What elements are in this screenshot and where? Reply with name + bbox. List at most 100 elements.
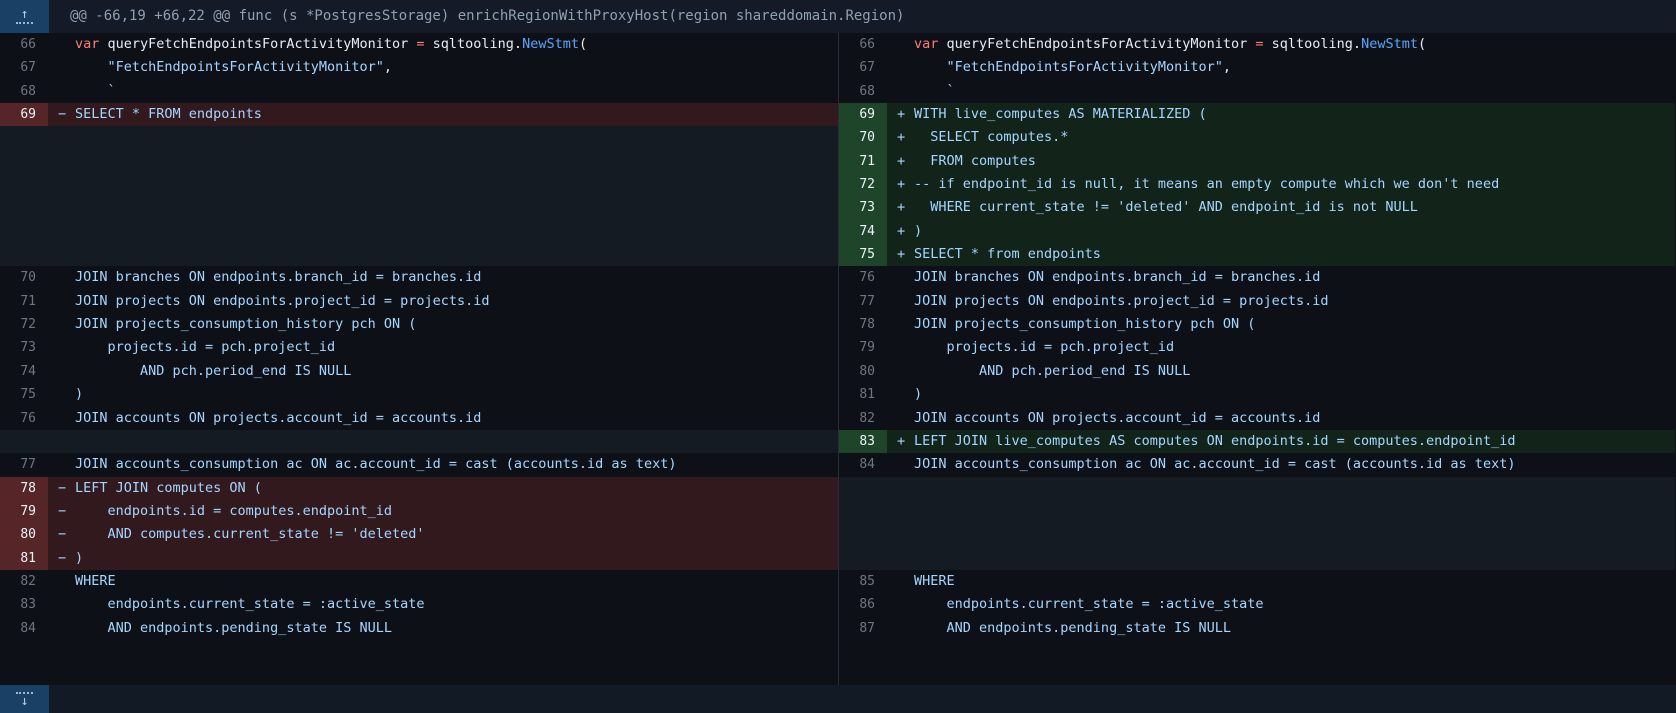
no-marker (887, 500, 914, 523)
diff-row: 80 AND pch.period_end IS NULL (839, 360, 1675, 383)
line-number[interactable]: 74 (839, 220, 887, 243)
code-segment: ` (75, 83, 116, 99)
line-number[interactable]: 67 (0, 56, 48, 79)
line-number[interactable]: 84 (839, 453, 887, 476)
line-number[interactable]: 68 (0, 80, 48, 103)
code-line (48, 430, 75, 453)
code-line: ` (887, 80, 955, 103)
line-number[interactable]: 66 (839, 33, 887, 56)
diff-viewer: ↑ @@ -66,19 +66,22 @@ func (s *PostgresS… (0, 0, 1676, 713)
line-number[interactable]: 76 (839, 266, 887, 289)
code-segment: projects.id = pch.project_id (914, 339, 1174, 355)
line-number[interactable]: 68 (839, 80, 887, 103)
diff-row: 86 endpoints.current_state = :active_sta… (839, 593, 1675, 616)
hunk-header-bar: ↑ @@ -66,19 +66,22 @@ func (s *PostgresS… (0, 0, 1676, 33)
no-marker (48, 266, 75, 289)
line-number[interactable]: 70 (839, 126, 887, 149)
code-line: WHERE (887, 570, 955, 593)
right-panel-rows: 66 var queryFetchEndpointsForActivityMon… (839, 33, 1675, 640)
code-segment: var (75, 36, 99, 52)
no-marker (887, 80, 914, 103)
right-panel: 66 var queryFetchEndpointsForActivityMon… (838, 33, 1675, 685)
expand-up-button[interactable]: ↑ (0, 0, 49, 33)
code-segment: sqltooling. (1264, 36, 1362, 52)
code-segment: JOIN projects_consumption_history pch ON… (914, 316, 1255, 332)
line-number[interactable]: 76 (0, 407, 48, 430)
code-line: + SELECT computes.* (887, 126, 1068, 149)
line-number[interactable]: 77 (0, 453, 48, 476)
line-number[interactable]: 83 (0, 593, 48, 616)
code-line: endpoints.current_state = :active_state (887, 593, 1264, 616)
diff-row: 72+-- if endpoint_id is null, it means a… (839, 173, 1675, 196)
addition-marker: + (887, 196, 914, 219)
line-number[interactable]: 71 (839, 150, 887, 173)
no-marker (887, 570, 914, 593)
line-number[interactable]: 87 (839, 617, 887, 640)
no-marker (48, 383, 75, 406)
no-marker (48, 593, 75, 616)
line-number[interactable]: 77 (839, 290, 887, 313)
expand-down-button[interactable]: ↓ (0, 685, 49, 713)
diff-row: 75 ) (0, 383, 838, 406)
line-number[interactable]: 82 (839, 407, 887, 430)
line-number[interactable]: 84 (0, 617, 48, 640)
footer-bar: ↓ (0, 685, 1676, 713)
line-number[interactable]: 72 (839, 173, 887, 196)
no-marker (887, 617, 914, 640)
deletion-marker: − (48, 547, 75, 570)
line-number[interactable]: 78 (839, 313, 887, 336)
line-number[interactable]: 73 (839, 196, 887, 219)
line-number[interactable]: 73 (0, 336, 48, 359)
line-number[interactable]: 71 (0, 290, 48, 313)
diff-row: 82 WHERE (0, 570, 838, 593)
addition-marker: + (887, 243, 914, 266)
line-number[interactable]: 81 (0, 547, 48, 570)
line-number[interactable]: 80 (839, 360, 887, 383)
code-segment: SELECT * from endpoints (914, 246, 1101, 262)
line-number[interactable]: 82 (0, 570, 48, 593)
code-line (48, 126, 75, 149)
line-number[interactable]: 86 (839, 593, 887, 616)
addition-marker: + (887, 103, 914, 126)
code-line: +SELECT * from endpoints (887, 243, 1101, 266)
line-number[interactable]: 75 (0, 383, 48, 406)
code-segment: AND endpoints.pending_state IS NULL (914, 620, 1231, 636)
diff-row: 83 endpoints.current_state = :active_sta… (0, 593, 838, 616)
code-segment: LEFT JOIN computes ON ( (75, 480, 262, 496)
code-line: projects.id = pch.project_id (48, 336, 335, 359)
line-number[interactable]: 75 (839, 243, 887, 266)
no-marker (887, 383, 914, 406)
line-number[interactable]: 83 (839, 430, 887, 453)
code-segment: JOIN projects ON endpoints.project_id = … (914, 293, 1329, 309)
line-number[interactable]: 81 (839, 383, 887, 406)
no-marker (48, 33, 75, 56)
code-segment: JOIN accounts ON projects.account_id = a… (75, 410, 481, 426)
code-segment: AND pch.period_end IS NULL (914, 363, 1190, 379)
diff-row: 73+ WHERE current_state != 'deleted' AND… (839, 196, 1675, 219)
line-number[interactable]: 80 (0, 523, 48, 546)
line-number[interactable]: 67 (839, 56, 887, 79)
line-number[interactable]: 85 (839, 570, 887, 593)
line-number[interactable]: 78 (0, 477, 48, 500)
line-number[interactable]: 66 (0, 33, 48, 56)
no-marker (48, 150, 75, 173)
line-number[interactable]: 79 (839, 336, 887, 359)
diff-row: 77 JOIN projects ON endpoints.project_id… (839, 290, 1675, 313)
line-number[interactable]: 69 (0, 103, 48, 126)
diff-row: 81 ) (839, 383, 1675, 406)
line-number[interactable]: 74 (0, 360, 48, 383)
no-marker (48, 360, 75, 383)
deletion-marker: − (48, 523, 75, 546)
no-marker (48, 290, 75, 313)
code-segment: JOIN projects_consumption_history pch ON… (75, 316, 416, 332)
code-segment: "FetchEndpointsForActivityMonitor" (108, 59, 384, 75)
line-number[interactable]: 70 (0, 266, 48, 289)
diff-row: 70+ SELECT computes.* (839, 126, 1675, 149)
code-line: JOIN accounts ON projects.account_id = a… (48, 407, 481, 430)
code-segment (914, 59, 947, 75)
line-number[interactable]: 79 (0, 500, 48, 523)
diff-panels: 66 var queryFetchEndpointsForActivityMon… (0, 33, 1676, 685)
line-number[interactable]: 72 (0, 313, 48, 336)
code-line: − endpoints.id = computes.endpoint_id (48, 500, 392, 523)
line-number[interactable]: 69 (839, 103, 887, 126)
